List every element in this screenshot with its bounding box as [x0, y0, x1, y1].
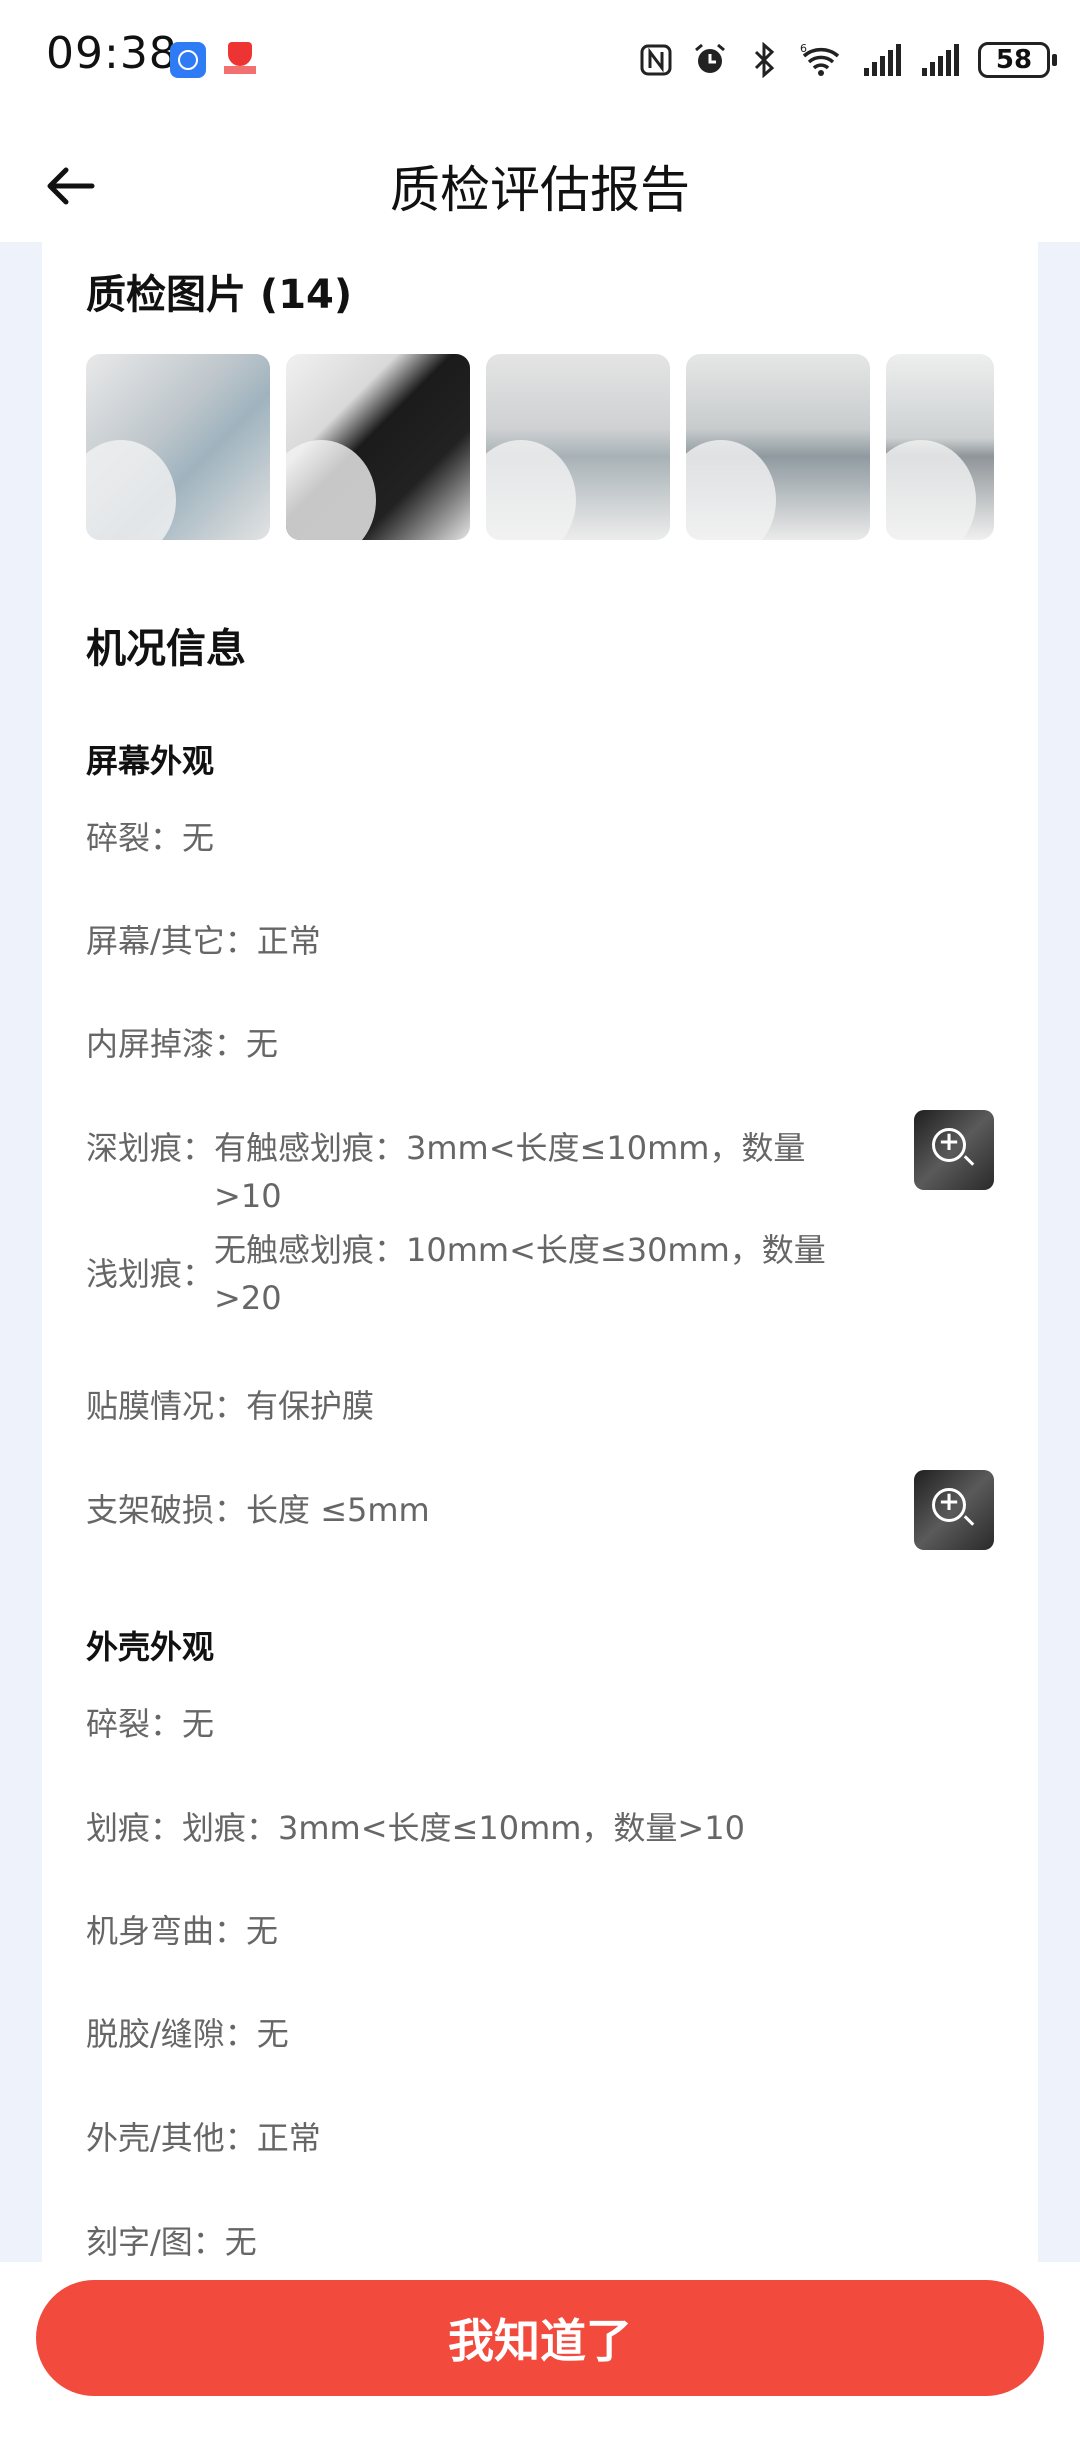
qc-photo-thumbnail[interactable] — [886, 354, 994, 540]
signal-icon — [862, 42, 902, 78]
page-title: 质检评估报告 — [390, 161, 690, 219]
wifi-6-icon: 6 — [800, 42, 844, 78]
zoom-in-icon — [932, 1487, 966, 1522]
qc-photo-thumbnail[interactable] — [86, 354, 270, 540]
battery-indicator: 58 — [978, 42, 1057, 78]
screen-item-inner-paint: 内屏掉漆：无 — [86, 1025, 279, 1063]
app-notification-icon — [224, 40, 256, 76]
screen-item-crack: 碎裂：无 — [86, 819, 215, 857]
qc-photo-thumbnail[interactable] — [686, 354, 870, 540]
svg-text:6: 6 — [800, 42, 807, 55]
condition-section-title: 机况信息 — [86, 626, 246, 672]
report-card: 质检图片 (14) 机况信息 屏幕外观 碎裂：无 屏幕/其它： 正常 内屏掉漆：无… — [42, 242, 1038, 2262]
screen-item-film: 贴膜情况： 有保护膜 — [86, 1387, 375, 1425]
zoom-photo-button[interactable] — [914, 1470, 994, 1550]
screen-item-deep-scratch: 深划痕： 有触感划痕：3mm<长度≤10mm，数量>10 — [86, 1129, 806, 1215]
bottom-bar: 我知道了 — [0, 2262, 1080, 2440]
zoom-photo-button[interactable] — [914, 1110, 994, 1190]
status-icons: 6 58 — [638, 30, 1057, 90]
status-bar: 09:38 6 58 — [0, 0, 1080, 120]
screen-item-stand-damage: 支架破损： 长度 ≤5mm — [86, 1491, 430, 1529]
zoom-in-icon — [932, 1127, 966, 1162]
signal-icon — [920, 42, 960, 78]
photos-section-title: 质检图片 (14) — [86, 272, 353, 318]
photo-strip[interactable] — [86, 354, 994, 540]
screen-item-other: 屏幕/其它： 正常 — [86, 922, 321, 960]
shell-item-engraving: 刻字/图：无 — [86, 2223, 257, 2261]
shell-item-other: 外壳/其他： 正常 — [86, 2119, 321, 2157]
nfc-icon — [638, 42, 674, 78]
shell-section-title: 外壳外观 — [86, 1628, 215, 1666]
shell-item-scratch: 划痕： 划痕：3mm<长度≤10mm，数量>10 — [86, 1809, 745, 1847]
acknowledge-button[interactable]: 我知道了 — [36, 2280, 1044, 2396]
alarm-icon — [692, 42, 728, 78]
app-header: 质检评估报告 — [0, 120, 1080, 242]
app-notification-icon — [170, 42, 206, 78]
qc-photo-thumbnail[interactable] — [486, 354, 670, 540]
screen-item-light-scratch: 浅划痕： 无触感划痕：10mm<长度≤30mm，数量>20 — [86, 1231, 826, 1317]
shell-item-gap: 脱胶/缝隙：无 — [86, 2015, 289, 2053]
status-time: 09:38 — [46, 28, 178, 79]
qc-photo-thumbnail[interactable] — [286, 354, 470, 540]
screen-section-title: 屏幕外观 — [86, 742, 215, 780]
shell-item-crack: 碎裂：无 — [86, 1705, 215, 1743]
shell-item-bend: 机身弯曲：无 — [86, 1912, 279, 1950]
bluetooth-icon — [746, 42, 782, 78]
